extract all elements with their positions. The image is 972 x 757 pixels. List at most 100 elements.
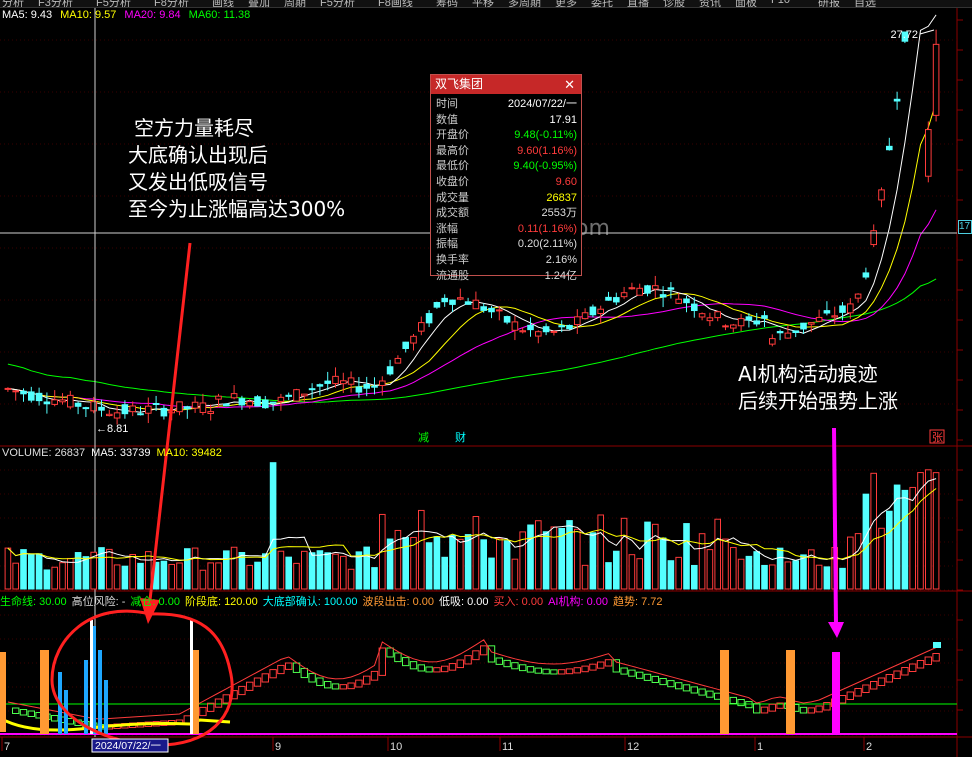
trend-bar xyxy=(433,667,441,673)
candle-body xyxy=(184,406,191,410)
annotation-right: AI机构活动痕迹 后续开始强势上涨 xyxy=(738,361,898,415)
volume-bar xyxy=(160,560,168,590)
toolbar-tab[interactable]: 诊股 xyxy=(663,0,685,7)
toolbar-tab[interactable]: 筹码 xyxy=(436,0,458,7)
volume-legend: VOLUME: 26837 MA5: 33739 MA10: 39482 xyxy=(2,447,228,459)
trend-bar xyxy=(448,663,457,671)
toolbar-tab[interactable]: 分析 xyxy=(2,0,24,7)
bottom-confirm-bar xyxy=(104,680,108,734)
candle-body xyxy=(472,299,480,310)
trend-bar xyxy=(417,664,426,672)
toolbar-tab[interactable]: 面板 xyxy=(735,0,757,7)
tooltip-key: 最低价 xyxy=(436,160,469,173)
candle-body xyxy=(160,407,168,417)
trend-bar xyxy=(573,667,581,674)
volume-bar xyxy=(308,552,316,590)
volume-bar xyxy=(558,528,566,590)
candle-body xyxy=(574,316,581,326)
stock-chart-window: 27.72 ←8.81 减财张 7 9 10 11 12 1 2 2024/07/22/一 分析 F3… xyxy=(0,0,972,757)
volume-bar xyxy=(605,562,612,590)
volume-bar xyxy=(839,567,846,590)
data-tooltip-window[interactable]: 双飞集团 ✕ 时间 2024/07/22/一 数值 17.91 开盘价 9.48(-0.1… xyxy=(430,74,582,282)
candle-body xyxy=(293,389,300,402)
volume-bar xyxy=(129,554,136,590)
trend-bar xyxy=(526,666,535,673)
toolbar-tab[interactable]: F5分析 xyxy=(320,0,355,7)
candle-body xyxy=(207,411,214,414)
candle-body xyxy=(410,335,417,344)
trend-bar xyxy=(550,669,558,675)
tooltip-value: 9.40(-0.95%) xyxy=(513,160,577,173)
candle-body xyxy=(854,293,862,299)
toolbar-tab[interactable]: 直播 xyxy=(627,0,649,7)
volume-bar xyxy=(730,547,737,590)
annotation-arrow-shaft xyxy=(148,242,192,601)
toolbar-tab[interactable]: F8分析 xyxy=(154,0,189,7)
volume-bar xyxy=(191,547,199,590)
volume-bar xyxy=(106,548,113,590)
trend-bar xyxy=(253,677,262,687)
volume-bar xyxy=(51,566,59,590)
toolbar-tab[interactable]: 叠加 xyxy=(248,0,270,7)
top-toolbar: 分析 F3分析 F5分析 F8分析 画线 叠加 周期 F5分析 F8画线 筹码 平移 多周期 更多 委托 直… xyxy=(0,0,972,8)
toolbar-tab[interactable]: 画线 xyxy=(212,0,234,7)
candle-body xyxy=(659,294,667,298)
toolbar-tab[interactable]: 平移 xyxy=(472,0,494,7)
close-icon[interactable]: ✕ xyxy=(564,75,575,94)
legend-item: 买入: 0.00 xyxy=(493,596,544,608)
trend-bar xyxy=(370,670,379,681)
trend-bar xyxy=(12,707,20,714)
volume-bar xyxy=(340,555,347,590)
volume-bar xyxy=(402,537,409,590)
toolbar-tab[interactable]: 资讯 xyxy=(699,0,721,7)
trend-bar xyxy=(877,677,886,686)
volume-bar xyxy=(776,547,784,590)
tooltip-row: 收盘价 9.60 xyxy=(431,175,581,191)
legend-item: 波段出击: 0.00 xyxy=(362,596,435,608)
volume-bar xyxy=(35,553,43,590)
candle-body xyxy=(277,396,285,402)
volume-bar xyxy=(113,564,121,590)
toolbar-tab[interactable]: 周期 xyxy=(284,0,306,7)
legend-item: 阶段底: 120.00 xyxy=(184,596,258,608)
toolbar-tab[interactable]: F5分析 xyxy=(96,0,131,7)
toolbar-tab[interactable]: F10 xyxy=(771,0,790,6)
legend-item: AI机构: 0.00 xyxy=(548,596,608,608)
candle-body xyxy=(20,390,27,395)
volume-bar xyxy=(722,538,729,590)
candle-body xyxy=(12,390,19,393)
candle-body xyxy=(776,331,784,334)
event-tag: 减 xyxy=(418,431,429,444)
toolbar-tab[interactable]: 更多 xyxy=(555,0,577,7)
volume-bar xyxy=(488,557,495,590)
trend-bar xyxy=(386,647,394,658)
candle-body xyxy=(176,401,183,413)
candle-body xyxy=(808,322,815,325)
volume-bar xyxy=(792,560,800,590)
candle-body xyxy=(332,375,339,385)
toolbar-tab[interactable]: F8画线 xyxy=(378,0,413,7)
candle-body xyxy=(67,394,74,408)
x-axis-label: 2 xyxy=(866,741,872,753)
trend-bar xyxy=(409,661,418,670)
candle-body xyxy=(542,326,550,333)
volume-bar xyxy=(82,556,90,590)
trend-bar xyxy=(651,675,659,684)
trend-bar xyxy=(316,677,324,687)
toolbar-tab[interactable]: 研报 xyxy=(818,0,840,7)
toolbar-tab[interactable]: 多周期 xyxy=(508,0,541,7)
toolbar-tab[interactable]: 自选 xyxy=(854,0,876,7)
toolbar-tab[interactable]: F3分析 xyxy=(38,0,73,7)
candle-body xyxy=(605,296,612,301)
annotation-line: 大底确认出现后 xyxy=(128,143,268,167)
candle-body xyxy=(324,380,331,384)
trend-bar xyxy=(620,667,628,675)
volume-bar xyxy=(254,561,261,590)
trend-bar xyxy=(901,667,909,676)
toolbar-tab[interactable]: 委托 xyxy=(591,0,613,7)
candle-body xyxy=(238,398,246,406)
candle-body xyxy=(597,308,605,314)
volume-bar xyxy=(535,520,542,590)
candle-body xyxy=(246,401,253,407)
candle-body xyxy=(371,385,378,388)
